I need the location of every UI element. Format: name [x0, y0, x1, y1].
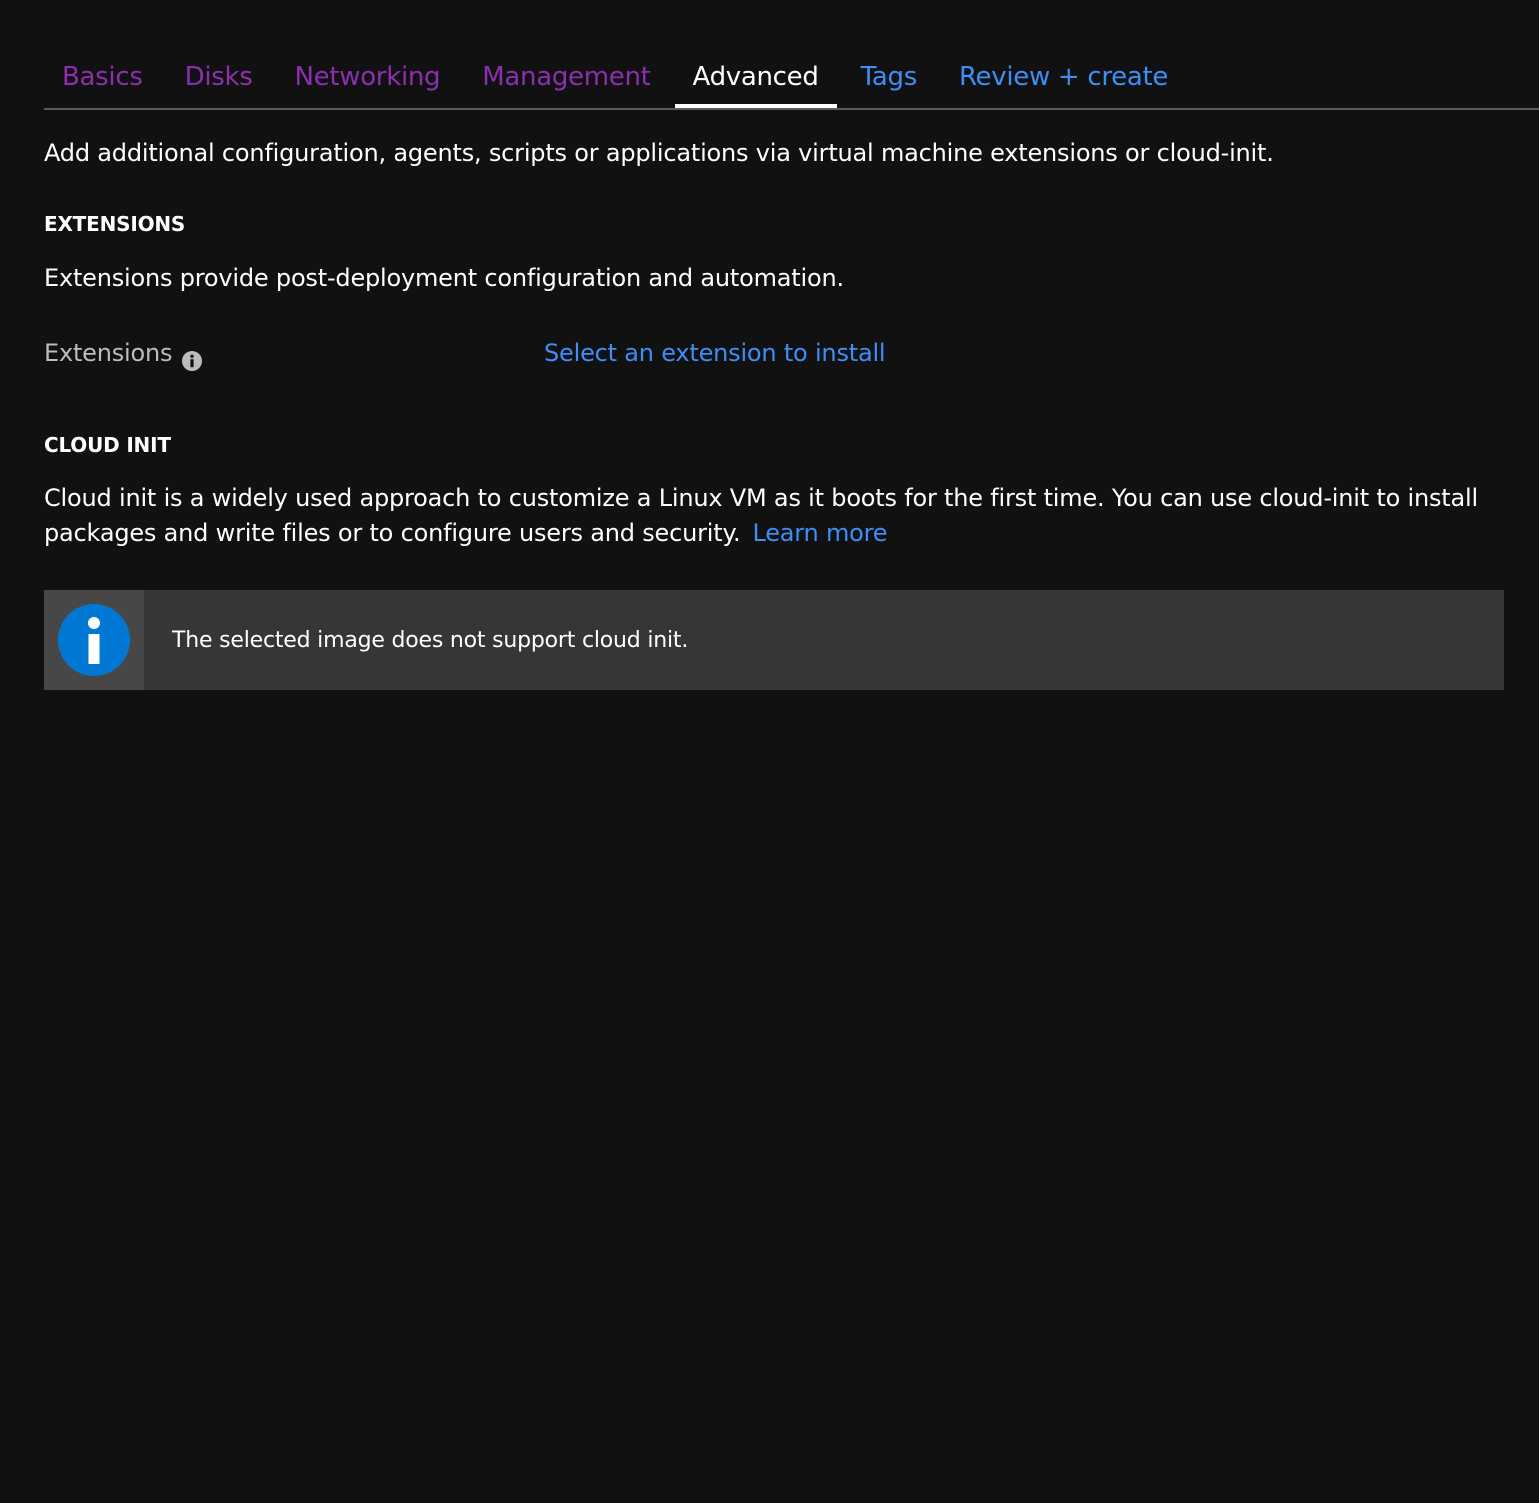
tab-advanced[interactable]: Advanced: [674, 48, 837, 108]
page-intro: Add additional configuration, agents, sc…: [44, 139, 1274, 167]
tab-networking[interactable]: Networking: [277, 48, 459, 96]
tab-tags[interactable]: Tags: [843, 48, 935, 96]
select-extension-link[interactable]: Select an extension to install: [544, 335, 886, 371]
banner-icon-container: [44, 590, 144, 690]
tab-disks[interactable]: Disks: [167, 48, 271, 96]
extensions-heading: EXTENSIONS: [44, 212, 186, 236]
tab-review-create[interactable]: Review + create: [941, 48, 1186, 96]
cloud-init-info-banner: The selected image does not support clou…: [44, 590, 1504, 690]
tab-management[interactable]: Management: [464, 48, 668, 96]
learn-more-link[interactable]: Learn more: [752, 519, 887, 547]
cloud-init-description: Cloud init is a widely used approach to …: [44, 481, 1484, 551]
info-icon[interactable]: [182, 345, 203, 371]
extensions-field-label: Extensions: [44, 335, 203, 371]
extensions-description: Extensions provide post-deployment confi…: [44, 264, 844, 292]
banner-message: The selected image does not support clou…: [172, 627, 689, 653]
wizard-tab-strip: Basics Disks Networking Management Advan…: [44, 48, 1539, 110]
extensions-label-text: Extensions: [44, 339, 173, 367]
advanced-tab-page: Basics Disks Networking Management Advan…: [0, 0, 1539, 1503]
cloud-init-heading: CLOUD INIT: [44, 433, 171, 457]
tab-basics[interactable]: Basics: [44, 48, 161, 96]
info-circle-icon: [58, 604, 130, 676]
